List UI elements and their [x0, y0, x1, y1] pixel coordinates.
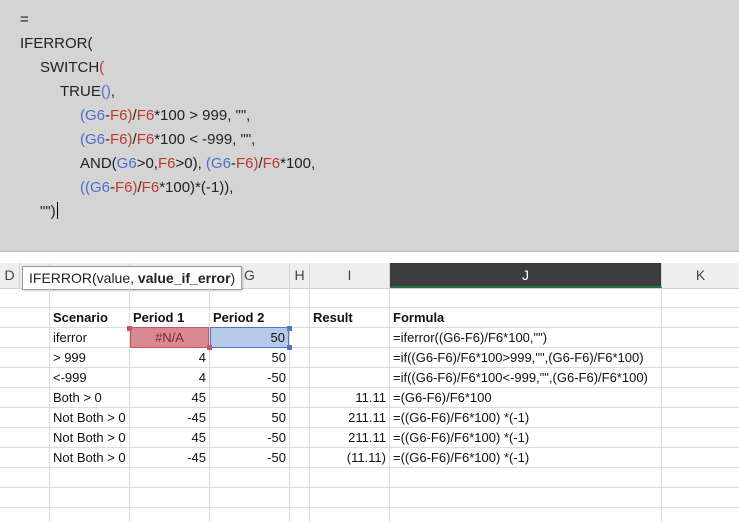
formula-line: IFERROR(: [20, 34, 93, 54]
tooltip-prefix: IFERROR(value,: [29, 270, 138, 286]
cell-result[interactable]: (11.11): [310, 448, 389, 468]
cell-period2[interactable]: -50: [210, 428, 289, 448]
formula-token: *100 > 999, "",: [154, 107, 251, 124]
formula-line: (G6-F6)/F6*100 < -999, "",: [80, 130, 255, 150]
formula-token: IFERROR(: [20, 35, 93, 52]
cell-period1[interactable]: 45: [130, 388, 209, 408]
header-period1[interactable]: Period 1: [130, 308, 209, 328]
formula-line: ((G6-F6)/F6*100)*(-1)),: [80, 178, 233, 198]
cell-scenario[interactable]: Not Both > 0: [50, 448, 129, 468]
formula-token: F6): [115, 179, 138, 196]
formula-token: F6: [141, 179, 160, 196]
cell-result[interactable]: [310, 348, 389, 368]
formula-line: SWITCH(: [40, 58, 104, 78]
formula-token: (: [99, 59, 105, 76]
cell-scenario[interactable]: <-999: [50, 368, 129, 388]
cell-period2[interactable]: 50: [210, 327, 289, 348]
formula-token: SWITCH: [40, 59, 100, 76]
cell-result[interactable]: 211.11: [310, 428, 389, 448]
cell-period2[interactable]: 50: [210, 408, 289, 428]
formula-token: F6: [136, 107, 155, 124]
formula-line: (G6-F6)/F6*100 > 999, "",: [80, 106, 250, 126]
formula-bar-expanded[interactable]: = IFERROR( SWITCH( TRUE(), (G6-F6)/F6*100 > …: [0, 0, 739, 252]
formula-token: ,: [110, 83, 116, 100]
formula-token: (): [100, 83, 111, 100]
tooltip-suffix: ): [230, 270, 236, 286]
formula-line: =: [20, 10, 29, 30]
formula-token: TRUE: [60, 83, 101, 100]
ref-range-handle-tr[interactable]: [287, 326, 292, 331]
formula-token: AND(: [80, 155, 117, 172]
cell-period2[interactable]: -50: [210, 368, 289, 388]
cell-period1[interactable]: #N/A: [130, 327, 209, 348]
cell-result[interactable]: [310, 328, 389, 348]
header-formula[interactable]: Formula: [390, 308, 661, 328]
cell-result[interactable]: 11.11: [310, 388, 389, 408]
worksheet-grid[interactable]: Scenario Period 1 Period 2 Result Formul…: [0, 288, 739, 522]
formula-line: ""): [40, 202, 58, 222]
formula-token: >0),: [175, 155, 206, 172]
cell-scenario[interactable]: Not Both > 0: [50, 408, 129, 428]
error-range-handle-tl[interactable]: [127, 326, 132, 331]
function-argument-tooltip[interactable]: IFERROR(value, value_if_error): [22, 266, 243, 290]
cell-scenario[interactable]: > 999: [50, 348, 129, 368]
col-header-d[interactable]: D: [0, 263, 20, 288]
formula-token: F6): [110, 107, 133, 124]
formula-token: (G6: [80, 131, 106, 148]
formula-token: >0,: [136, 155, 158, 172]
tooltip-current-arg: value_if_error: [137, 270, 231, 286]
formula-line: TRUE(),: [60, 82, 115, 102]
col-header-h[interactable]: H: [290, 263, 310, 288]
formula-token: ""): [40, 203, 56, 220]
formula-token: *100)*(-1)),: [159, 179, 234, 196]
formula-token: =: [20, 11, 29, 28]
cell-period1[interactable]: -45: [130, 408, 209, 428]
formula-token: F6): [235, 155, 259, 172]
header-period2[interactable]: Period 2: [210, 308, 289, 328]
ref-range-handle-br[interactable]: [287, 345, 292, 350]
formula-token: G6: [116, 155, 137, 172]
cell-period2[interactable]: 50: [210, 348, 289, 368]
cell-period1[interactable]: -45: [130, 448, 209, 468]
formula-token: *100 < -999, "",: [154, 131, 256, 148]
cell-formula[interactable]: =((G6-F6)/F6*100) *(-1): [390, 408, 661, 428]
cell-period1[interactable]: 4: [130, 368, 209, 388]
cell-period1[interactable]: 4: [130, 348, 209, 368]
cell-formula[interactable]: =((G6-F6)/F6*100) *(-1): [390, 448, 661, 468]
cell-scenario[interactable]: iferror: [50, 328, 129, 348]
formula-line: AND(G6>0,F6>0), (G6-F6)/F6*100,: [80, 154, 315, 174]
formula-token: *100,: [280, 155, 316, 172]
col-header-j[interactable]: J: [390, 263, 662, 288]
cell-period2[interactable]: -50: [210, 448, 289, 468]
col-header-i[interactable]: I: [310, 263, 390, 288]
cell-formula[interactable]: =iferror((G6-F6)/F6*100,""): [390, 328, 661, 348]
formula-token: ((G6: [80, 179, 110, 196]
formula-token: F6: [262, 155, 281, 172]
formula-token: F6: [157, 155, 176, 172]
cell-formula[interactable]: =((G6-F6)/F6*100) *(-1): [390, 428, 661, 448]
col-header-k[interactable]: K: [662, 263, 739, 288]
error-range-handle-br[interactable]: [207, 345, 212, 350]
cell-formula[interactable]: =if((G6-F6)/F6*100>999,"",(G6-F6)/F6*100…: [390, 348, 661, 368]
formula-token: F6: [136, 131, 155, 148]
formula-token: (G6: [205, 155, 231, 172]
header-scenario[interactable]: Scenario: [50, 308, 129, 328]
cell-result[interactable]: [310, 368, 389, 388]
header-result[interactable]: Result: [310, 308, 389, 328]
text-cursor: [56, 202, 58, 219]
cell-formula[interactable]: =if((G6-F6)/F6*100<-999,"",(G6-F6)/F6*10…: [390, 368, 661, 388]
formula-token: (G6: [80, 107, 106, 124]
cell-period2[interactable]: 50: [210, 388, 289, 408]
cell-formula[interactable]: =(G6-F6)/F6*100: [390, 388, 661, 408]
formula-token: F6): [110, 131, 133, 148]
cell-scenario[interactable]: Both > 0: [50, 388, 129, 408]
cell-period1[interactable]: 45: [130, 428, 209, 448]
cell-result[interactable]: 211.11: [310, 408, 389, 428]
cell-scenario[interactable]: Not Both > 0: [50, 428, 129, 448]
